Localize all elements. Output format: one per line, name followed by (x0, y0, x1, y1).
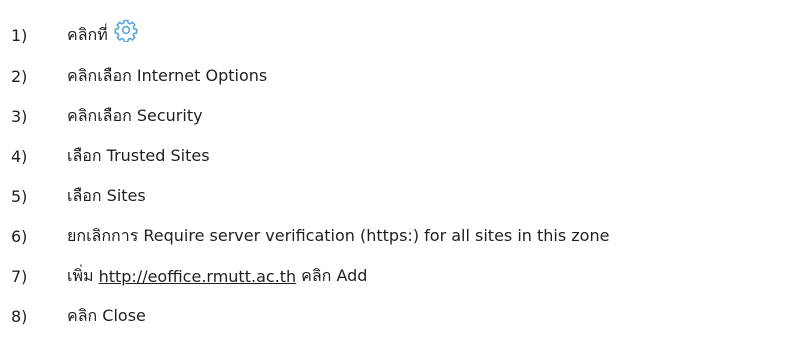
step-number: 7) (11, 266, 28, 286)
step-text: เลือก Trusted Sites (67, 145, 210, 165)
gear-icon (114, 18, 138, 43)
step-text: เพิ่ม (67, 265, 94, 285)
step-number: 1) (11, 25, 28, 45)
step-number: 2) (11, 66, 28, 86)
step-text: คลิก Add (301, 265, 368, 285)
step-number: 4) (11, 146, 28, 166)
eoffice-link[interactable]: http://eoffice.rmutt.ac.th (99, 267, 297, 286)
step-text: คลิก Close (67, 305, 146, 325)
step-text: เลือก Sites (67, 185, 146, 205)
step-text: ยกเลิกการ Require server verification (h… (67, 225, 610, 245)
instruction-list: 1) คลิกที่ 2) คลิกเลือก Internet Options… (0, 0, 812, 339)
step-number: 5) (11, 186, 28, 206)
step-text: คลิกเลือก Security (67, 105, 203, 125)
step-text: คลิกที่ (67, 24, 108, 44)
step-text: คลิกเลือก Internet Options (67, 65, 268, 85)
step-number: 3) (11, 106, 28, 126)
step-number: 8) (11, 306, 28, 326)
step-number: 6) (11, 226, 28, 246)
